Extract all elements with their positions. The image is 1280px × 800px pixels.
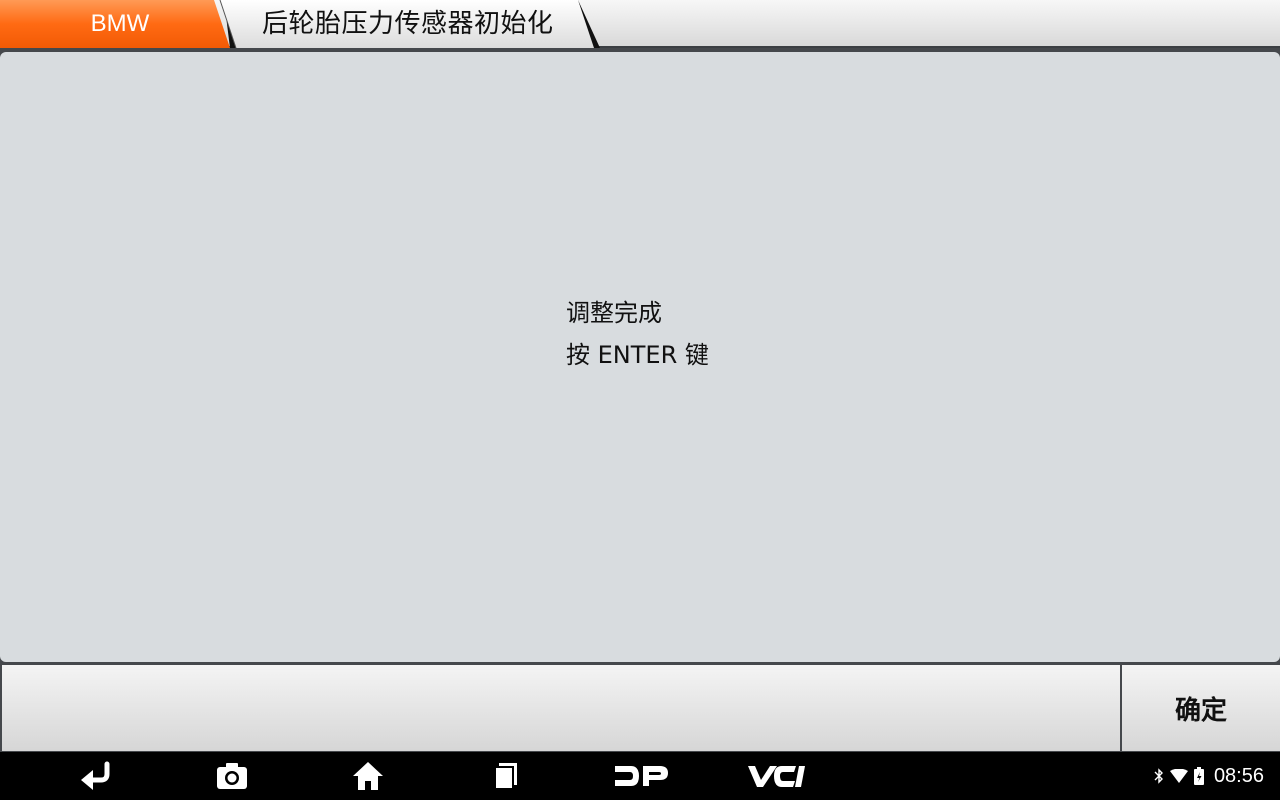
home-button[interactable] [344,758,392,794]
back-button[interactable] [73,758,121,794]
action-bar: 确定 [0,665,1280,752]
battery-icon [1193,767,1204,785]
confirm-button[interactable]: 确定 [1122,665,1280,751]
recent-apps-button[interactable] [480,758,528,794]
message-line-2: 按 ENTER 键 [566,341,709,369]
vci-button[interactable] [744,758,808,794]
breadcrumb-function-label: 后轮胎压力传感器初始化 [262,9,554,39]
breadcrumb-function[interactable]: 后轮胎压力传感器初始化 [214,0,604,48]
back-icon [81,761,110,790]
status-message: 调整完成 按 ENTER 键 [566,292,709,376]
bluetooth-icon [1154,768,1163,784]
vci-icon [748,766,805,787]
dp-button[interactable] [612,758,672,794]
app-root: BMW 后轮胎压力传感器初始化 调整完成 按 ENTER 键 确定 08:56 [0,0,1280,800]
wifi-icon [1169,769,1188,783]
system-nav-bar: 08:56 [0,752,1280,800]
breadcrumb-brand[interactable]: BMW [0,0,240,48]
home-icon [353,762,383,790]
breadcrumb-brand-label: BMW [90,10,150,37]
status-time: 08:56 [1213,764,1264,787]
content-panel: 调整完成 按 ENTER 键 [0,52,1280,662]
message-line-1: 调整完成 [566,299,662,327]
dp-icon [615,766,668,786]
screenshot-button[interactable] [208,758,256,794]
status-area: 08:56 [1154,752,1264,800]
breadcrumb: BMW 后轮胎压力传感器初始化 [0,0,1280,48]
action-bar-empty-area [2,665,1120,751]
camera-icon [217,763,247,789]
recent-apps-icon [494,763,517,790]
